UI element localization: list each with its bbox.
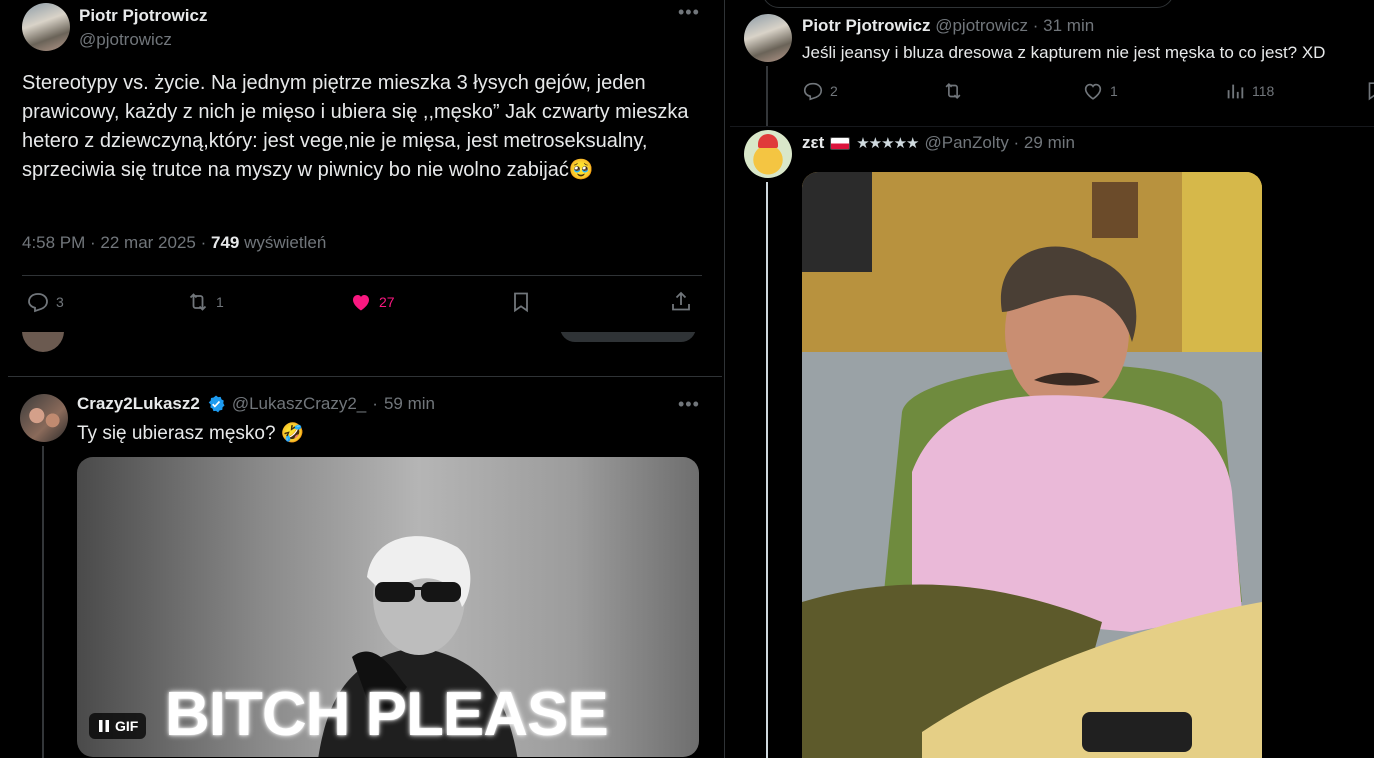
views-count: 118 (1252, 83, 1275, 99)
repost-icon (945, 82, 961, 100)
author-avatar[interactable] (744, 14, 792, 62)
tweet-time[interactable]: 59 min (384, 394, 435, 414)
author-name[interactable]: Piotr Pjotrowicz (802, 16, 930, 35)
gif-reply-tweet: Crazy2Lukasz2 @LukaszCrazy2_ · 59 min ••… (0, 332, 722, 758)
thread-line (42, 446, 44, 758)
views-label: wyświetleń (239, 233, 327, 252)
repost-icon (189, 293, 207, 311)
main-tweet: Piotr Pjotrowicz @pjotrowicz ••• Stereot… (0, 0, 722, 332)
reply-icon (803, 82, 823, 101)
tweet-text: Ty się ubierasz męsko? 🤣 (77, 423, 305, 444)
pause-icon (99, 720, 109, 732)
reply-button[interactable]: 2 (802, 80, 838, 102)
reply-button[interactable]: 3 (26, 290, 64, 314)
divider (730, 126, 1374, 127)
reply-count: 2 (830, 83, 838, 99)
more-icon[interactable]: ••• (678, 2, 700, 23)
share-icon (672, 291, 690, 311)
repost-button[interactable]: 1 (186, 290, 224, 314)
reply-header: zεt ★★★★★ @PanZolty · 29 min (802, 133, 1075, 153)
author-avatar[interactable] (20, 394, 68, 442)
divider (8, 376, 722, 377)
gif-label: GIF (115, 718, 139, 734)
previous-reply-pill[interactable] (560, 332, 696, 342)
panel-divider (722, 0, 730, 758)
previous-reply-pill[interactable] (762, 0, 1174, 8)
reply-header: Crazy2Lukasz2 @LukaszCrazy2_ · 59 min (77, 394, 435, 414)
previous-avatar[interactable] (22, 332, 64, 352)
author-name[interactable]: Piotr Pjotrowicz (79, 6, 207, 26)
photo-illustration (802, 172, 1262, 758)
author-handle[interactable]: @LukaszCrazy2_ (232, 394, 366, 414)
divider (22, 275, 702, 276)
like-button[interactable]: 27 (349, 290, 395, 314)
avatar-cap (758, 134, 778, 148)
gif-caption: BITCH PLEASE (165, 680, 609, 749)
reply-header: Piotr Pjotrowicz @pjotrowicz · 31 min (802, 16, 1094, 36)
author-avatar[interactable] (22, 3, 70, 51)
author-handle[interactable]: @pjotrowicz (79, 30, 172, 50)
views-count: 749 (210, 233, 240, 252)
photo-media[interactable] (802, 172, 1262, 758)
more-icon[interactable]: ••• (678, 394, 700, 415)
author-avatar[interactable] (744, 130, 792, 178)
tweet-time[interactable]: 4:58 PM · 22 mar 2025 · (22, 233, 211, 252)
bookmark-button[interactable] (509, 290, 533, 314)
reply-count: 3 (56, 294, 64, 310)
share-button[interactable] (669, 290, 693, 314)
tweet-text: Stereotypy vs. życie. Na jednym piętrze … (22, 72, 689, 181)
right-thread: Piotr Pjotrowicz @pjotrowicz · 31 min Je… (730, 0, 1374, 758)
heart-icon (353, 295, 369, 311)
thread-line (766, 66, 768, 126)
author-handle-time[interactable]: @PanZolty · 29 min (924, 133, 1074, 153)
author-handle-time[interactable]: @pjotrowicz · 31 min (935, 16, 1094, 35)
like-count: 1 (1110, 83, 1118, 99)
tweet-meta: 4:58 PM · 22 mar 2025 · 749 wyświetleń (22, 233, 326, 253)
thread-line (766, 182, 768, 758)
author-name[interactable]: Crazy2Lukasz2 (77, 394, 200, 414)
heart-icon (1084, 83, 1102, 100)
reply-icon (28, 293, 48, 313)
stars-badge: ★★★★★ (856, 135, 919, 152)
repost-count: 1 (216, 294, 224, 310)
repost-button[interactable] (942, 80, 964, 102)
views-button[interactable]: 118 (1224, 80, 1274, 102)
bookmark-icon (1368, 82, 1374, 101)
like-count: 27 (379, 294, 395, 310)
verified-icon (208, 395, 225, 413)
bookmark-icon (514, 292, 528, 313)
views-icon (1227, 84, 1244, 99)
like-button[interactable]: 1 (1082, 80, 1118, 102)
author-name[interactable]: zεt (802, 133, 824, 153)
separator-dot: · (372, 394, 378, 413)
gif-badge[interactable]: GIF (89, 713, 147, 739)
tweet-text: Jeśli jeansy i bluza dresowa z kapturem … (802, 43, 1326, 62)
gif-media[interactable]: BITCH PLEASE GIF (77, 457, 699, 757)
flag-icon (830, 136, 851, 150)
bookmark-button[interactable] (1364, 80, 1374, 102)
